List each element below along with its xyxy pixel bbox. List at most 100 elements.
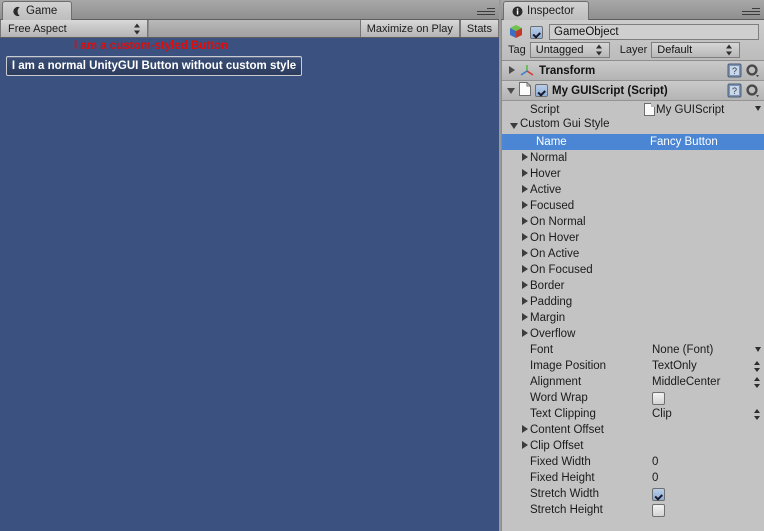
maximize-on-play-button[interactable]: Maximize on Play	[359, 20, 460, 37]
gear-icon[interactable]	[745, 83, 760, 98]
inspector-panel: Inspector GameObject Tag Untagged Layer …	[501, 0, 764, 531]
style-property-value[interactable]: TextOnly	[652, 360, 697, 372]
style-property-row: Text Clipping Clip	[502, 406, 764, 422]
component-icons-guiscript: ?	[727, 83, 760, 98]
aspect-ratio-value: Free Aspect	[8, 22, 67, 35]
guiscript-enabled-checkbox[interactable]	[535, 84, 548, 97]
game-panel-menu-icon[interactable]	[477, 6, 495, 16]
script-page-icon	[519, 82, 531, 99]
chevron-right-icon[interactable]	[520, 217, 529, 226]
chevron-updown-icon[interactable]	[754, 377, 761, 388]
svg-text:?: ?	[732, 66, 737, 76]
style-name-value[interactable]: Fancy Button	[650, 136, 718, 148]
style-foldout-row[interactable]: Hover	[502, 166, 764, 182]
chevron-right-icon[interactable]	[520, 313, 529, 322]
style-foldout-row[interactable]: Padding	[502, 294, 764, 310]
chevron-right-icon[interactable]	[520, 265, 529, 274]
style-foldout-row[interactable]: On Hover	[502, 230, 764, 246]
style-foldout-row[interactable]: Clip Offset	[502, 438, 764, 454]
inspector-panel-menu-icon[interactable]	[742, 6, 760, 16]
transform-foldout-arrow[interactable]	[507, 65, 518, 76]
chevron-updown-icon	[726, 44, 733, 56]
chevron-right-icon[interactable]	[520, 233, 529, 242]
style-property-label: Image Position	[530, 360, 607, 372]
chevron-right-icon[interactable]	[520, 297, 529, 306]
gameobject-header: GameObject Tag Untagged Layer Default	[502, 20, 764, 61]
game-view[interactable]: I am a custom-styled Button I am a norma…	[0, 38, 499, 531]
style-property-value[interactable]: None (Font)	[652, 344, 713, 356]
style-foldout-label: On Normal	[530, 216, 586, 228]
custom-gui-style-foldout-arrow[interactable]	[510, 121, 519, 130]
style-property-label: Fixed Width	[530, 456, 591, 468]
chevron-updown-icon	[595, 44, 603, 56]
style-foldout-label: On Hover	[530, 232, 580, 244]
style-property-row: Word Wrap	[502, 390, 764, 406]
chevron-updown-icon[interactable]	[754, 361, 761, 372]
style-property-label: Stretch Height	[530, 504, 603, 516]
style-foldout-label: Focused	[530, 200, 575, 212]
inspector-tabstrip: Inspector	[501, 0, 764, 20]
style-foldout-row[interactable]: Normal	[502, 150, 764, 166]
chevron-right-icon[interactable]	[520, 185, 529, 194]
style-property-checkbox[interactable]	[652, 487, 665, 501]
gameobject-name-row: GameObject	[508, 24, 759, 40]
style-foldout-row[interactable]: On Active	[502, 246, 764, 262]
gameobject-active-checkbox[interactable]	[530, 25, 543, 39]
layer-label: Layer	[619, 44, 648, 56]
game-controller-icon	[11, 6, 22, 17]
style-foldout-label: Hover	[530, 168, 561, 180]
tab-inspector[interactable]: Inspector	[503, 1, 590, 20]
style-property-value[interactable]: 0	[652, 456, 658, 468]
gameobject-cube-icon	[508, 24, 524, 40]
style-property-row: Font None (Font)	[502, 342, 764, 358]
stats-button[interactable]: Stats	[459, 20, 499, 37]
help-icon[interactable]: ?	[727, 63, 742, 78]
script-object-field[interactable]: My GUIScript	[644, 103, 724, 116]
style-foldout-label: Active	[530, 184, 562, 196]
style-state-foldout-list: Normal Hover Active Focused On Normal On Hove…	[502, 150, 764, 342]
chevron-right-icon[interactable]	[520, 441, 529, 450]
chevron-right-icon[interactable]	[520, 425, 529, 434]
gear-icon[interactable]	[745, 63, 760, 78]
style-property-value[interactable]: MiddleCenter	[652, 376, 720, 388]
chevron-right-icon[interactable]	[520, 329, 529, 338]
normal-gui-button[interactable]: I am a normal UnityGUI Button without cu…	[6, 56, 302, 76]
style-property-checkbox[interactable]	[652, 391, 665, 405]
custom-styled-button[interactable]: I am a custom-styled Button	[0, 40, 302, 52]
help-icon[interactable]: ?	[727, 83, 742, 98]
style-foldout-row[interactable]: On Normal	[502, 214, 764, 230]
style-foldout-row[interactable]: Active	[502, 182, 764, 198]
style-property-value[interactable]: Clip	[652, 408, 672, 420]
style-property-checkbox[interactable]	[652, 503, 665, 517]
style-foldout-row[interactable]: On Focused	[502, 262, 764, 278]
style-property-row: Fixed Height 0	[502, 470, 764, 486]
style-foldout-row[interactable]: Border	[502, 278, 764, 294]
component-header-transform[interactable]: Transform ?	[502, 61, 764, 81]
tab-game[interactable]: Game	[2, 1, 73, 20]
guiscript-foldout-arrow[interactable]	[507, 85, 518, 96]
style-foldout-row[interactable]: Margin	[502, 310, 764, 326]
component-header-guiscript[interactable]: My GUIScript (Script) ?	[502, 81, 764, 101]
style-property-label: Text Clipping	[530, 408, 596, 420]
style-foldout-label: Border	[530, 280, 565, 292]
style-name-row[interactable]: Name Fancy Button	[502, 134, 764, 150]
custom-gui-style-group[interactable]: Custom Gui Style	[502, 118, 764, 134]
style-foldout-label: On Active	[530, 248, 580, 260]
chevron-updown-icon[interactable]	[754, 409, 761, 420]
chevron-right-icon[interactable]	[520, 153, 529, 162]
tag-dropdown[interactable]: Untagged	[529, 42, 610, 58]
chevron-right-icon[interactable]	[520, 201, 529, 210]
style-foldout-row[interactable]: Overflow	[502, 326, 764, 342]
aspect-ratio-dropdown[interactable]: Free Aspect	[0, 20, 148, 37]
chevron-right-icon[interactable]	[520, 169, 529, 178]
chevron-down-icon[interactable]	[755, 106, 761, 111]
layer-dropdown[interactable]: Default	[651, 42, 741, 58]
gameobject-name-input[interactable]: GameObject	[549, 24, 759, 40]
style-property-value[interactable]: 0	[652, 472, 658, 484]
style-foldout-row[interactable]: Content Offset	[502, 422, 764, 438]
style-property-row: Stretch Height	[502, 502, 764, 518]
chevron-down-icon[interactable]	[755, 347, 761, 352]
style-foldout-row[interactable]: Focused	[502, 198, 764, 214]
chevron-right-icon[interactable]	[520, 281, 529, 290]
chevron-right-icon[interactable]	[520, 249, 529, 258]
